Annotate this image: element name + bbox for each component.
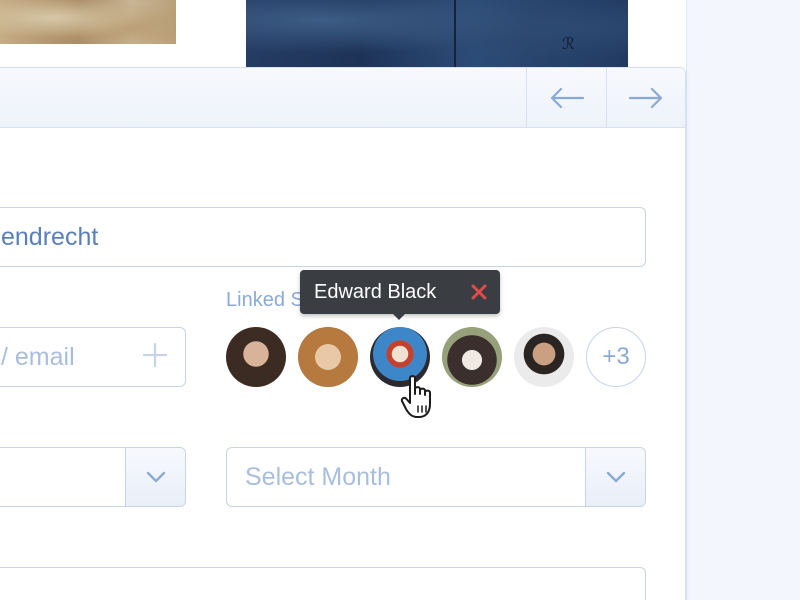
panel-header [0, 68, 685, 128]
student-tooltip: Edward Black [300, 270, 500, 320]
close-icon[interactable] [470, 283, 488, 301]
arrow-right-icon [629, 87, 663, 108]
location-input[interactable]: endrecht [0, 207, 646, 267]
avatar-student-1[interactable] [226, 327, 286, 387]
right-side-pane [686, 0, 800, 600]
prev-button[interactable] [526, 68, 606, 127]
tooltip-name: Edward Black [314, 280, 437, 303]
hand-pointer-icon [400, 375, 431, 418]
select-left[interactable] [0, 447, 186, 507]
background-painting-left [0, 0, 176, 44]
plus-icon[interactable] [143, 343, 167, 367]
avatar-student-5[interactable] [514, 327, 574, 387]
painting-signature: ℛ [562, 34, 575, 53]
location-value: endrecht [1, 222, 99, 251]
next-button[interactable] [606, 68, 685, 127]
month-placeholder: Select Month [245, 462, 391, 491]
select-left-dropdown-button[interactable] [125, 448, 185, 506]
arrow-left-icon [550, 87, 584, 108]
bottom-input[interactable] [0, 567, 646, 600]
avatar-student-2[interactable] [298, 327, 358, 387]
month-dropdown-button[interactable] [585, 448, 645, 506]
email-placeholder: / email [1, 342, 75, 371]
month-select[interactable]: Select Month [226, 447, 646, 507]
more-students-button[interactable]: +3 [586, 327, 646, 387]
more-count: +3 [602, 343, 630, 370]
avatar-student-4[interactable] [442, 327, 502, 387]
background-painting-right: ℛ [246, 0, 628, 68]
chevron-down-icon [146, 471, 165, 483]
chevron-down-icon [606, 471, 625, 483]
